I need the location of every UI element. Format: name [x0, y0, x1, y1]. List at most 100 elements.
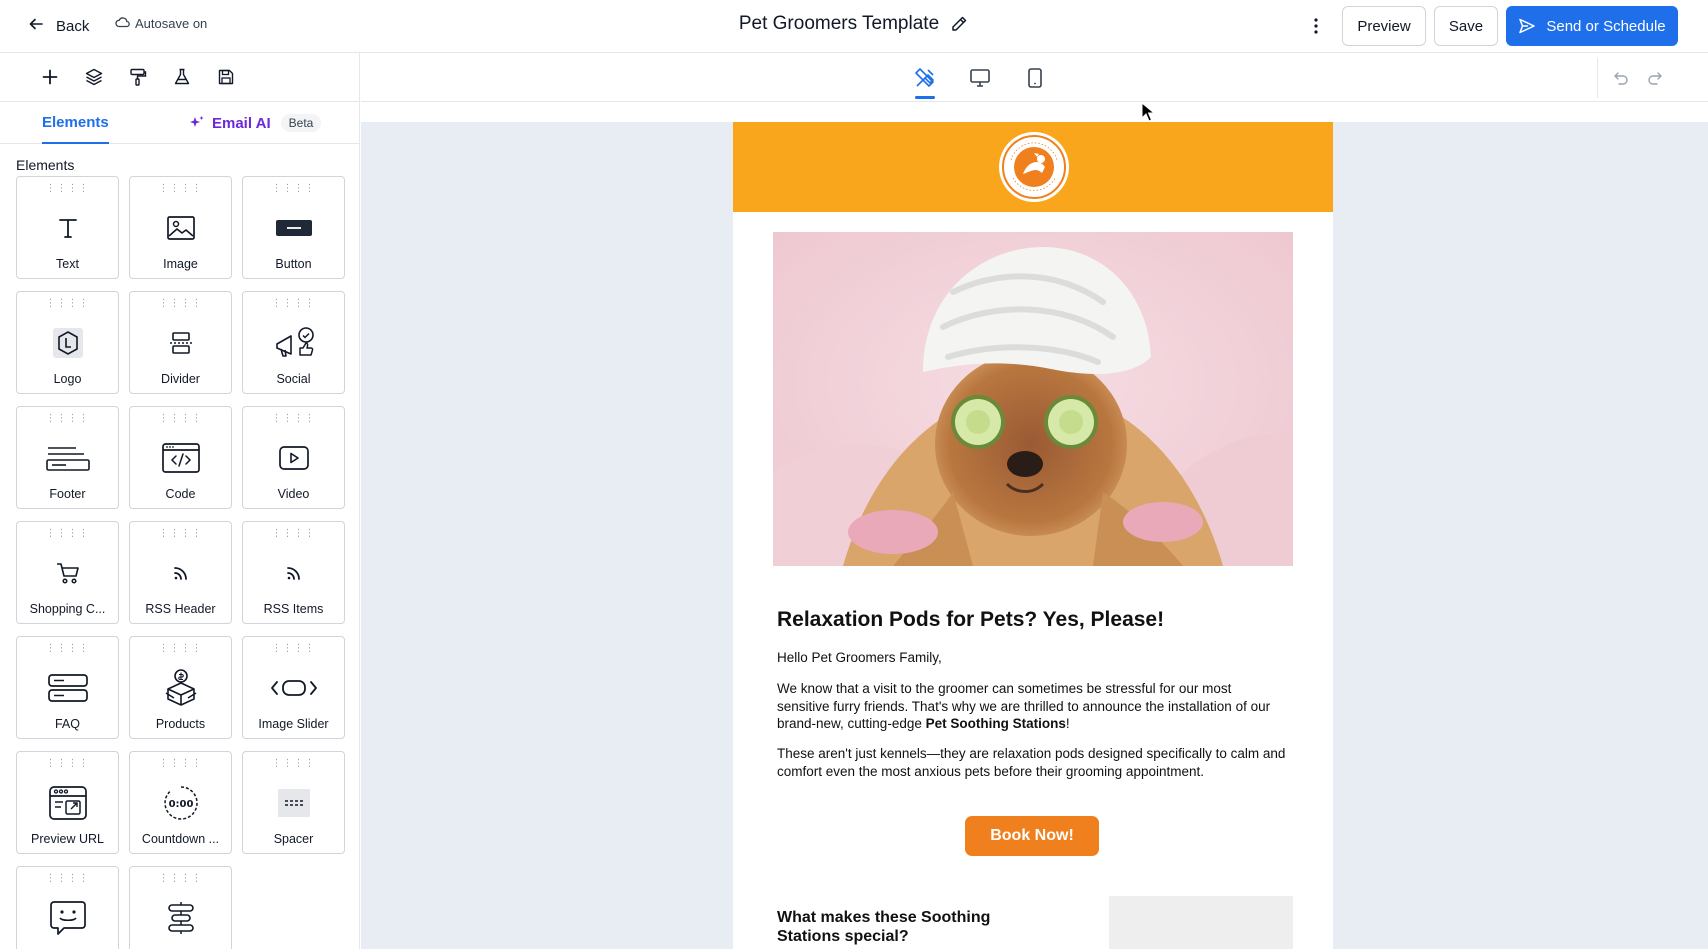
email-subheading[interactable]: What makes these Soothing Stations speci…: [777, 908, 1017, 946]
shopping-cart-icon: [17, 556, 118, 590]
secondary-image[interactable]: [1109, 896, 1293, 949]
top-bar: Back Autosave on Pet Groomers Template P…: [0, 0, 1708, 53]
element-spacer[interactable]: ⋮⋮⋮⋮ Spacer: [242, 751, 345, 854]
mobile-icon[interactable]: [1022, 65, 1048, 91]
drag-handle-icon: ⋮⋮⋮⋮: [45, 758, 90, 769]
element-image-slider[interactable]: ⋮⋮⋮⋮ Image Slider: [242, 636, 345, 739]
back-label: Back: [56, 17, 90, 35]
save-template-icon[interactable]: [214, 65, 238, 89]
drag-handle-icon: ⋮⋮⋮⋮: [45, 183, 90, 194]
paint-roller-icon[interactable]: [126, 65, 150, 89]
drag-handle-icon: ⋮⋮⋮⋮: [158, 873, 203, 884]
send-icon: [1518, 17, 1536, 35]
element-label: Social: [276, 372, 311, 386]
element-text[interactable]: ⋮⋮⋮⋮ Text: [16, 176, 119, 279]
element-divider[interactable]: ⋮⋮⋮⋮ Divider: [129, 291, 232, 394]
element-video[interactable]: ⋮⋮⋮⋮ Video: [242, 406, 345, 509]
email-greeting[interactable]: Hello Pet Groomers Family,: [777, 650, 942, 665]
more-options-icon[interactable]: [1306, 13, 1326, 39]
email-body[interactable]: Relaxation Pods for Pets? Yes, Please! H…: [733, 122, 1333, 949]
page-title[interactable]: Pet Groomers Template: [739, 13, 939, 35]
arrow-left-icon: [28, 16, 44, 36]
save-button[interactable]: Save: [1434, 6, 1498, 46]
button-icon: [243, 211, 344, 245]
email-header-banner[interactable]: [733, 122, 1333, 212]
panel-tabs: Elements Email AI Beta: [0, 102, 359, 144]
element-countdown[interactable]: ⋮⋮⋮⋮ 0:00 Countdown ...: [129, 751, 232, 854]
element-code[interactable]: ⋮⋮⋮⋮ Code: [129, 406, 232, 509]
element-image[interactable]: ⋮⋮⋮⋮ Image: [129, 176, 232, 279]
brand-logo[interactable]: [999, 132, 1069, 202]
element-button[interactable]: ⋮⋮⋮⋮ Button: [242, 176, 345, 279]
paragraph-bold-text: Pet Soothing Stations: [925, 716, 1066, 731]
tab-email-ai[interactable]: Email AI Beta: [188, 102, 322, 144]
element-logo[interactable]: ⋮⋮⋮⋮ Logo: [16, 291, 119, 394]
canvas-top-strip: [361, 102, 1708, 122]
chat-widget-icon: [17, 901, 118, 935]
back-button[interactable]: Back: [28, 14, 89, 38]
active-view-indicator: [915, 96, 935, 99]
element-label: Button: [275, 257, 312, 271]
preview-button[interactable]: Preview: [1342, 6, 1426, 46]
left-toolbar: [0, 53, 359, 102]
drag-handle-icon: ⋮⋮⋮⋮: [271, 528, 316, 539]
element-label: Products: [155, 717, 206, 731]
tab-elements[interactable]: Elements: [42, 102, 109, 144]
element-label: Footer: [49, 487, 86, 501]
element-rss-header[interactable]: ⋮⋮⋮⋮ RSS Header: [129, 521, 232, 624]
add-icon[interactable]: [38, 65, 62, 89]
rss-icon: [243, 556, 344, 590]
faq-icon: [17, 671, 118, 705]
element-label: Image: [163, 257, 198, 271]
email-paragraph-1[interactable]: We know that a visit to the groomer can …: [777, 680, 1287, 733]
image-slider-icon: [243, 671, 344, 705]
tab-email-ai-label: Email AI: [212, 114, 271, 132]
video-icon: [243, 441, 344, 475]
drag-handle-icon: ⋮⋮⋮⋮: [271, 183, 316, 194]
divider-icon: [130, 326, 231, 360]
element-stack[interactable]: ⋮⋮⋮⋮: [129, 866, 232, 949]
flask-icon[interactable]: [170, 65, 194, 89]
element-social[interactable]: ⋮⋮⋮⋮ Social: [242, 291, 345, 394]
element-rss-items[interactable]: ⋮⋮⋮⋮ RSS Items: [242, 521, 345, 624]
element-shopping-cart[interactable]: ⋮⋮⋮⋮ Shopping C...: [16, 521, 119, 624]
element-label: FAQ: [54, 717, 80, 731]
logo-icon: [17, 326, 118, 360]
layers-icon[interactable]: [82, 65, 106, 89]
drag-handle-icon: ⋮⋮⋮⋮: [45, 643, 90, 654]
element-chat-widget[interactable]: ⋮⋮⋮⋮: [16, 866, 119, 949]
drag-handle-icon: ⋮⋮⋮⋮: [45, 873, 90, 884]
element-preview-url[interactable]: ⋮⋮⋮⋮ Preview URL: [16, 751, 119, 854]
editor-canvas: Relaxation Pods for Pets? Yes, Please! H…: [361, 53, 1708, 949]
element-products[interactable]: ⋮⋮⋮⋮ Products: [129, 636, 232, 739]
email-paragraph-2[interactable]: These aren't just kennels—they are relax…: [777, 745, 1287, 780]
email-headline[interactable]: Relaxation Pods for Pets? Yes, Please!: [777, 608, 1164, 632]
send-or-schedule-button[interactable]: Send or Schedule: [1506, 6, 1678, 46]
pencil-icon[interactable]: [949, 14, 969, 34]
element-label: Video: [277, 487, 310, 501]
drag-handle-icon: ⋮⋮⋮⋮: [158, 758, 203, 769]
redo-icon[interactable]: [1646, 69, 1664, 87]
spacer-icon: [243, 786, 344, 820]
section-label: Elements: [16, 157, 75, 173]
image-icon: [130, 211, 231, 245]
view-toolbar: [361, 53, 1708, 102]
text-icon: [17, 211, 118, 245]
hero-image[interactable]: [773, 232, 1293, 566]
beta-badge: Beta: [280, 114, 322, 132]
book-now-button[interactable]: Book Now!: [965, 816, 1099, 856]
autosave-label: Autosave on: [135, 16, 208, 31]
element-footer[interactable]: ⋮⋮⋮⋮ Footer: [16, 406, 119, 509]
element-label: Text: [56, 257, 79, 271]
code-icon: [130, 441, 231, 475]
history-controls: [1597, 58, 1664, 98]
element-faq[interactable]: ⋮⋮⋮⋮ FAQ: [16, 636, 119, 739]
drag-handle-icon: ⋮⋮⋮⋮: [158, 413, 203, 424]
drag-handle-icon: ⋮⋮⋮⋮: [271, 758, 316, 769]
tools-icon[interactable]: [912, 65, 938, 91]
undo-icon[interactable]: [1612, 69, 1630, 87]
drag-handle-icon: ⋮⋮⋮⋮: [158, 298, 203, 309]
desktop-icon[interactable]: [967, 65, 993, 91]
products-icon: [130, 669, 231, 706]
drag-handle-icon: ⋮⋮⋮⋮: [45, 413, 90, 424]
